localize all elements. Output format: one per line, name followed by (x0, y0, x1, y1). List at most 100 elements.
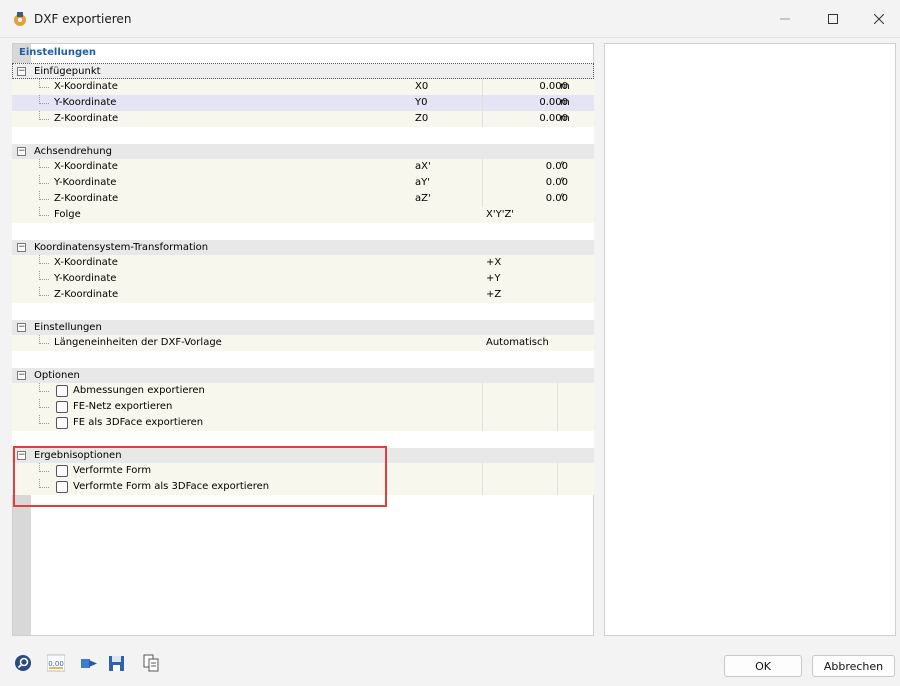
group-label: Einfügepunkt (34, 66, 101, 77)
row-symbol: aX' (415, 161, 431, 172)
table-row[interactable]: Folge X'Y'Z' (12, 207, 594, 223)
table-row[interactable]: Y-Koordinate aY' 0.00 ° (12, 175, 594, 191)
collapse-icon[interactable]: − (17, 243, 26, 252)
table-row[interactable]: FE als 3DFace exportieren (12, 415, 594, 431)
column-divider (482, 479, 483, 495)
row-label: X-Koordinate (54, 161, 118, 172)
panel-heading: Einstellungen (19, 47, 97, 58)
copy-icon[interactable] (142, 654, 160, 672)
row-symbol: aZ' (415, 193, 431, 204)
row-label: Y-Koordinate (54, 177, 117, 188)
collapse-icon[interactable]: − (17, 371, 26, 380)
column-divider (482, 95, 483, 111)
unit-cell: ° (560, 177, 565, 188)
cancel-button[interactable]: Abbrechen (812, 655, 895, 677)
checkbox-fe-netz[interactable] (56, 401, 68, 413)
group-achsendrehung[interactable]: − Achsendrehung (12, 143, 594, 159)
table-row[interactable]: Z-Koordinate Z0 0.000 m (12, 111, 594, 127)
maximize-button[interactable] (810, 0, 856, 38)
value-cell[interactable]: +Z (486, 289, 501, 300)
table-row[interactable]: Y-Koordinate Y0 0.000 m (12, 95, 594, 111)
search-icon[interactable] (14, 654, 32, 672)
row-label: X-Koordinate (54, 257, 118, 268)
tree-line (39, 175, 49, 184)
column-divider (482, 159, 483, 175)
tree-line (39, 479, 49, 488)
value-cell[interactable]: +Y (486, 273, 501, 284)
group-einstellungen[interactable]: − Einstellungen (12, 319, 594, 335)
row-symbol: X0 (415, 81, 429, 92)
table-row[interactable]: Z-Koordinate +Z (12, 287, 594, 303)
checkbox-label: Verformte Form als 3DFace exportieren (73, 481, 270, 492)
close-button[interactable] (856, 0, 900, 38)
column-divider (482, 191, 483, 207)
group-label: Achsendrehung (34, 146, 112, 157)
checkbox-verformte-form-3dface[interactable] (56, 481, 68, 493)
group-ergebnisoptionen[interactable]: − Ergebnisoptionen (12, 447, 594, 463)
tree-line (39, 415, 49, 424)
column-divider (482, 111, 483, 127)
row-label: Z-Koordinate (54, 113, 119, 124)
tree-line (39, 399, 49, 408)
row-label: Y-Koordinate (54, 273, 117, 284)
collapse-icon[interactable]: − (17, 323, 26, 332)
tree-line (39, 335, 49, 344)
tree-line (39, 287, 49, 296)
tree-line (39, 191, 49, 200)
table-row[interactable]: Z-Koordinate aZ' 0.00 ° (12, 191, 594, 207)
collapse-icon[interactable]: − (17, 147, 26, 156)
table-row[interactable]: Verformte Form als 3DFace exportieren (12, 479, 594, 495)
units-icon[interactable]: 0.00 (47, 654, 65, 672)
table-row[interactable]: Y-Koordinate +Y (12, 271, 594, 287)
column-divider (482, 415, 483, 431)
tree-line (39, 271, 49, 280)
transfer-icon[interactable] (80, 654, 98, 672)
column-divider (557, 399, 558, 415)
column-divider (557, 383, 558, 399)
checkbox-label: FE als 3DFace exportieren (73, 417, 204, 428)
checkbox-label: FE-Netz exportieren (73, 401, 173, 412)
collapse-icon[interactable]: − (17, 451, 26, 460)
tree-line (39, 207, 49, 216)
column-divider (482, 383, 483, 399)
table-row[interactable]: FE-Netz exportieren (12, 399, 594, 415)
row-label: Folge (54, 209, 81, 220)
column-divider (482, 399, 483, 415)
save-icon[interactable] (108, 654, 126, 672)
value-dropdown[interactable]: Automatisch (486, 337, 549, 348)
group-label: Koordinatensystem-Transformation (34, 242, 209, 253)
table-row[interactable]: Verformte Form (12, 463, 594, 479)
row-label: Y-Koordinate (54, 97, 117, 108)
minimize-button[interactable] (762, 0, 808, 38)
unit-cell: m (560, 81, 570, 92)
tree-line (39, 79, 49, 88)
checkbox-fe-3dface[interactable] (56, 417, 68, 429)
value-cell[interactable]: +X (486, 257, 501, 268)
group-spacer (12, 303, 594, 319)
column-divider (557, 415, 558, 431)
preview-panel (604, 43, 896, 636)
checkbox-verformte-form[interactable] (56, 465, 68, 477)
app-icon (14, 12, 26, 26)
column-divider (482, 79, 483, 95)
minimize-icon (780, 18, 790, 20)
ok-button[interactable]: OK (724, 655, 802, 677)
units-icon-text: 0.00 (48, 660, 64, 668)
group-label: Einstellungen (34, 322, 102, 333)
table-row[interactable]: Abmessungen exportieren (12, 383, 594, 399)
tree-line (39, 95, 49, 104)
unit-cell: ° (560, 161, 565, 172)
group-transformation[interactable]: − Koordinatensystem-Transformation (12, 239, 594, 255)
group-label: Ergebnisoptionen (34, 450, 122, 461)
collapse-icon[interactable]: − (17, 67, 26, 76)
table-row[interactable]: Längeneinheiten der DXF-Vorlage Automati… (12, 335, 594, 351)
row-symbol: Y0 (415, 97, 428, 108)
unit-cell: m (560, 97, 570, 108)
group-einfuegepunkt[interactable]: − Einfügepunkt (12, 63, 594, 79)
table-row[interactable]: X-Koordinate X0 0.000 m (12, 79, 594, 95)
group-optionen[interactable]: − Optionen (12, 367, 594, 383)
value-cell[interactable]: X'Y'Z' (486, 209, 514, 220)
table-row[interactable]: X-Koordinate aX' 0.00 ° (12, 159, 594, 175)
checkbox-abmessungen[interactable] (56, 385, 68, 397)
table-row[interactable]: X-Koordinate +X (12, 255, 594, 271)
